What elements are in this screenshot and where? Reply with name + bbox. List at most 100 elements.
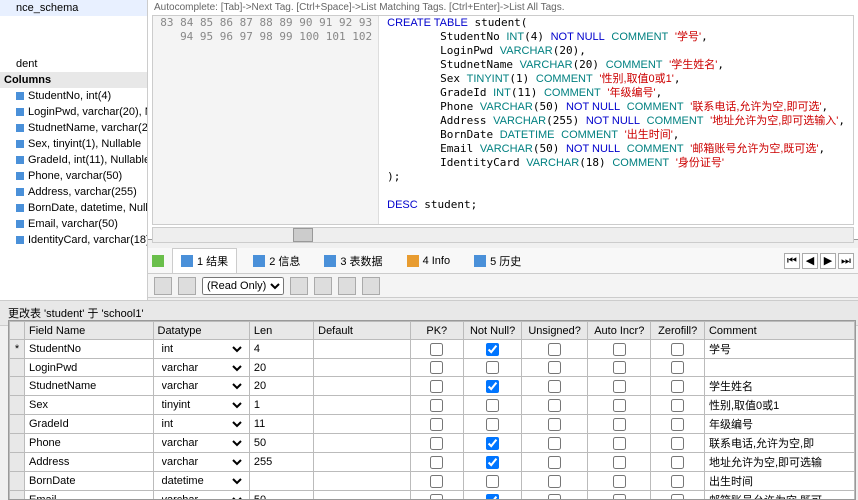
pager-next[interactable]: ▶ <box>820 253 836 269</box>
table-row[interactable]: Sextinyint1性别,取值0或1 <box>10 396 855 415</box>
pager-first[interactable]: ⏮ <box>784 253 800 269</box>
cell[interactable] <box>464 491 522 500</box>
autoincr-checkbox[interactable] <box>613 361 626 374</box>
tab-icon[interactable] <box>152 255 164 267</box>
schema-node[interactable]: nce_schema <box>0 0 147 16</box>
cell[interactable]: 1 <box>249 396 313 415</box>
cell[interactable]: StudnetName <box>24 377 153 396</box>
cell[interactable]: StudentNo <box>24 340 153 359</box>
cell[interactable]: tinyint <box>153 396 249 415</box>
notnull-checkbox[interactable] <box>486 361 499 374</box>
cell[interactable] <box>314 340 410 359</box>
cell[interactable]: 性别,取值0或1 <box>704 396 854 415</box>
column-node[interactable]: BornDate, datetime, Nulla <box>0 200 147 216</box>
grid-header-len[interactable]: Len <box>249 322 313 340</box>
cell[interactable]: BornDate <box>24 472 153 491</box>
cell[interactable] <box>651 359 705 377</box>
grid-header-dt[interactable]: Datatype <box>153 322 249 340</box>
column-grid[interactable]: Field NameDatatypeLenDefaultPK?Not Null?… <box>8 320 856 500</box>
cell[interactable]: 20 <box>249 377 313 396</box>
zerofill-checkbox[interactable] <box>671 380 684 393</box>
table-row[interactable]: BornDatedatetime出生时间 <box>10 472 855 491</box>
column-node[interactable]: StudnetName, varchar(20) <box>0 120 147 136</box>
cell[interactable] <box>522 434 588 453</box>
cell[interactable] <box>651 434 705 453</box>
table-row[interactable]: Emailvarchar50邮箱账号允许为空,既可 <box>10 491 855 500</box>
pk-checkbox[interactable] <box>430 456 443 469</box>
cell[interactable] <box>410 491 464 500</box>
cell[interactable]: varchar <box>153 359 249 377</box>
zerofill-checkbox[interactable] <box>671 418 684 431</box>
cell[interactable] <box>314 377 410 396</box>
column-node[interactable]: Phone, varchar(50) <box>0 168 147 184</box>
scrollbar-thumb[interactable] <box>293 228 313 242</box>
cell[interactable]: LoginPwd <box>24 359 153 377</box>
table-row[interactable]: *StudentNoint4学号 <box>10 340 855 359</box>
cell[interactable]: 50 <box>249 434 313 453</box>
notnull-checkbox[interactable] <box>486 418 499 431</box>
unsigned-checkbox[interactable] <box>548 380 561 393</box>
zerofill-checkbox[interactable] <box>671 456 684 469</box>
cell[interactable] <box>522 377 588 396</box>
cell[interactable]: Phone <box>24 434 153 453</box>
columns-header[interactable]: Columns <box>0 72 147 88</box>
cell[interactable] <box>464 472 522 491</box>
datatype-select[interactable]: datetime <box>158 474 245 488</box>
column-node[interactable]: Address, varchar(255) <box>0 184 147 200</box>
pk-checkbox[interactable] <box>430 475 443 488</box>
cell[interactable] <box>588 434 651 453</box>
cell[interactable] <box>410 340 464 359</box>
cell[interactable] <box>410 415 464 434</box>
cell[interactable]: varchar <box>153 377 249 396</box>
autoincr-checkbox[interactable] <box>613 343 626 356</box>
autoincr-checkbox[interactable] <box>613 456 626 469</box>
cell[interactable] <box>10 377 25 396</box>
datatype-select[interactable]: int <box>158 342 245 356</box>
cell[interactable]: int <box>153 340 249 359</box>
cell[interactable] <box>464 453 522 472</box>
table-row[interactable]: GradeIdint11年级编号 <box>10 415 855 434</box>
cell[interactable] <box>464 340 522 359</box>
cell[interactable]: 地址允许为空,即可选输 <box>704 453 854 472</box>
cell[interactable] <box>314 434 410 453</box>
tool-button-4[interactable] <box>362 277 380 295</box>
cell[interactable]: 学生姓名 <box>704 377 854 396</box>
cell[interactable] <box>464 396 522 415</box>
pk-checkbox[interactable] <box>430 418 443 431</box>
grid-header-nn[interactable]: Not Null? <box>464 322 522 340</box>
column-node[interactable]: GradeId, int(11), Nullable <box>0 152 147 168</box>
grid-header-ai[interactable]: Auto Incr? <box>588 322 651 340</box>
code-area[interactable]: CREATE TABLE student( StudentNo INT(4) N… <box>379 16 853 224</box>
notnull-checkbox[interactable] <box>486 380 499 393</box>
pk-checkbox[interactable] <box>430 361 443 374</box>
notnull-checkbox[interactable] <box>486 475 499 488</box>
cell[interactable] <box>522 415 588 434</box>
cell[interactable] <box>314 453 410 472</box>
table-row[interactable]: Addressvarchar255地址允许为空,即可选输 <box>10 453 855 472</box>
cell[interactable] <box>464 377 522 396</box>
zerofill-checkbox[interactable] <box>671 494 684 500</box>
cell[interactable] <box>522 340 588 359</box>
notnull-checkbox[interactable] <box>486 437 499 450</box>
cell[interactable] <box>410 434 464 453</box>
tab-tabledata[interactable]: 3 表数据 <box>316 249 390 273</box>
autoincr-checkbox[interactable] <box>613 494 626 500</box>
notnull-checkbox[interactable] <box>486 343 499 356</box>
cell[interactable] <box>704 359 854 377</box>
tool-button-2[interactable] <box>314 277 332 295</box>
tab-history[interactable]: 5 历史 <box>466 249 529 273</box>
datatype-select[interactable]: varchar <box>158 493 245 500</box>
cell[interactable] <box>651 396 705 415</box>
autoincr-checkbox[interactable] <box>613 437 626 450</box>
tab-info[interactable]: 2 信息 <box>245 249 308 273</box>
datatype-select[interactable]: varchar <box>158 379 245 393</box>
cell[interactable] <box>410 396 464 415</box>
cell[interactable] <box>522 359 588 377</box>
pk-checkbox[interactable] <box>430 380 443 393</box>
readonly-select[interactable]: (Read Only) <box>202 277 284 295</box>
cell[interactable] <box>10 359 25 377</box>
cell[interactable] <box>314 359 410 377</box>
tool-button-3[interactable] <box>338 277 356 295</box>
cell[interactable] <box>10 396 25 415</box>
grid-header-un[interactable]: Unsigned? <box>522 322 588 340</box>
